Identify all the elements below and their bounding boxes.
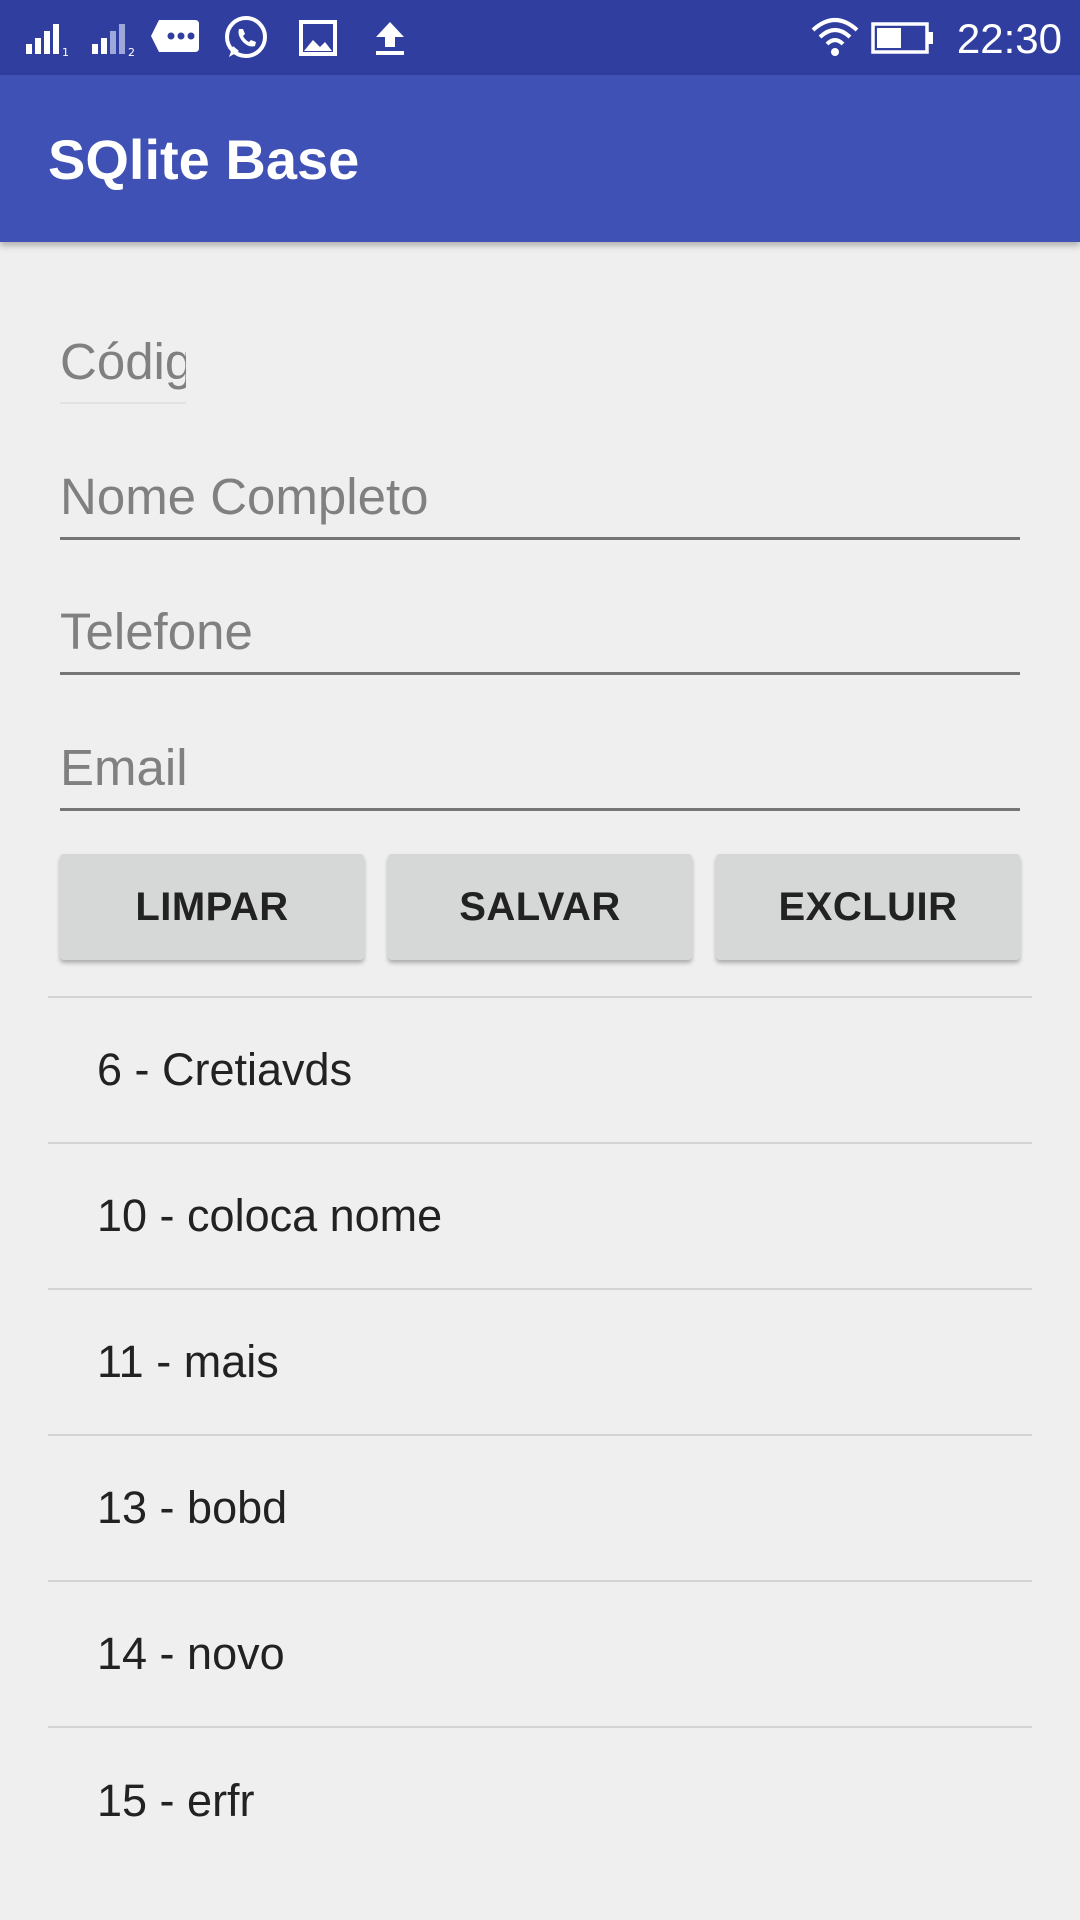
salvar-button[interactable]: SALVAR (388, 854, 692, 960)
nome-input[interactable] (60, 455, 1020, 537)
list-item[interactable]: 14 - novo (48, 1582, 1032, 1728)
email-input[interactable] (60, 726, 1020, 808)
status-time: 22:30 (956, 15, 1062, 62)
email-field[interactable] (60, 726, 1020, 811)
list-item[interactable]: 15 - erfr (48, 1728, 1032, 1874)
contact-list: 6 - Cretiavds 10 - coloca nome 11 - mais… (48, 996, 1032, 1874)
battery-icon (870, 0, 936, 75)
telefone-input[interactable] (60, 590, 1020, 672)
upload-icon (368, 0, 412, 75)
signal-sim1-icon: 1 (24, 0, 72, 75)
app-bar: SQlite Base (0, 75, 1080, 242)
codigo-input[interactable] (60, 320, 186, 402)
list-item[interactable]: 6 - Cretiavds (48, 998, 1032, 1144)
svg-text:2: 2 (128, 46, 135, 58)
status-bar: 1 2 22:30 (0, 0, 1080, 75)
excluir-button[interactable]: EXCLUIR (716, 854, 1020, 960)
image-icon (296, 0, 340, 75)
limpar-button[interactable]: LIMPAR (60, 854, 364, 960)
telefone-field[interactable] (60, 590, 1020, 675)
wifi-icon (808, 0, 862, 75)
list-item[interactable]: 13 - bobd (48, 1436, 1032, 1582)
svg-text:1: 1 (62, 46, 69, 58)
app-title: SQlite Base (48, 128, 360, 191)
codigo-field[interactable] (60, 320, 186, 404)
whatsapp-icon (220, 0, 272, 75)
list-item[interactable]: 11 - mais (48, 1290, 1032, 1436)
nome-field[interactable] (60, 455, 1020, 540)
message-icon (148, 0, 202, 75)
list-item[interactable]: 10 - coloca nome (48, 1144, 1032, 1290)
signal-sim2-icon: 2 (90, 0, 138, 75)
